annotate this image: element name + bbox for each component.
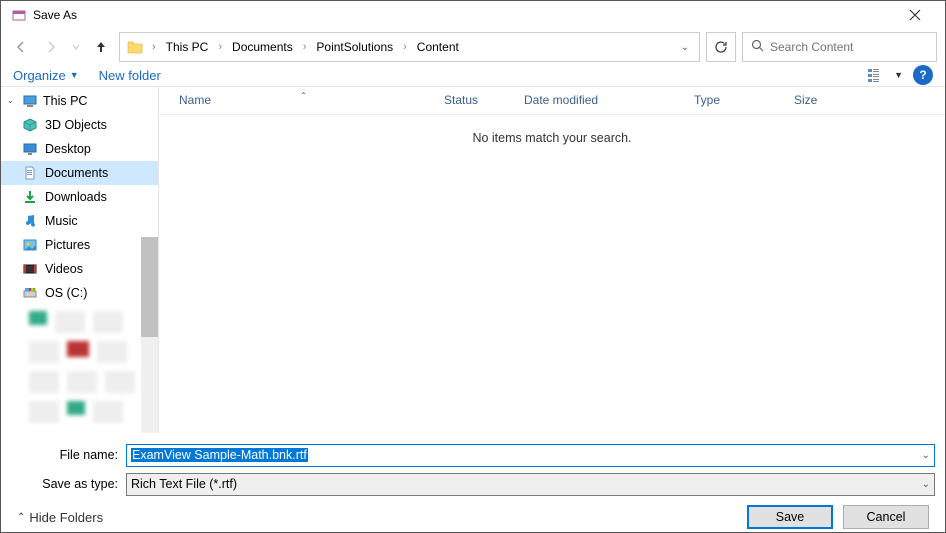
dropdown-arrow-icon: ▼ bbox=[894, 70, 903, 80]
document-icon bbox=[21, 164, 39, 182]
tree-label: Music bbox=[45, 214, 78, 228]
search-box[interactable] bbox=[742, 32, 937, 62]
hide-folders-button[interactable]: ⌃ Hide Folders bbox=[17, 510, 103, 525]
tree-item-3d-objects[interactable]: 3D Objects bbox=[1, 113, 158, 137]
savetype-label: Save as type: bbox=[1, 477, 126, 491]
back-button[interactable] bbox=[9, 35, 33, 59]
organize-button[interactable]: Organize ▼ bbox=[13, 68, 79, 83]
filename-row: File name: ExamView Sample-Math.bnk.rtf … bbox=[1, 441, 945, 470]
tree-label: Pictures bbox=[45, 238, 90, 252]
tree-label: 3D Objects bbox=[45, 118, 107, 132]
breadcrumb-history-dropdown[interactable]: ⌄ bbox=[675, 42, 695, 53]
chevron-right-icon[interactable]: › bbox=[299, 41, 311, 53]
refresh-button[interactable] bbox=[706, 32, 736, 62]
col-name[interactable]: ⌃ Name bbox=[171, 93, 436, 107]
filename-value: ExamView Sample-Math.bnk.rtf bbox=[131, 448, 308, 462]
forward-button[interactable] bbox=[39, 35, 63, 59]
title-bar: Save As bbox=[1, 1, 945, 29]
save-button[interactable]: Save bbox=[747, 505, 833, 529]
col-status[interactable]: Status bbox=[436, 93, 516, 107]
sort-asc-icon: ⌃ bbox=[300, 91, 307, 100]
tree-item-os-c[interactable]: OS (C:) bbox=[1, 281, 158, 305]
tree-item-documents[interactable]: Documents bbox=[1, 161, 158, 185]
tree-thumbs-area bbox=[1, 305, 158, 433]
close-button[interactable] bbox=[895, 1, 935, 29]
view-options-button[interactable]: ▼ bbox=[868, 67, 903, 83]
col-size[interactable]: Size bbox=[786, 93, 866, 107]
cancel-button[interactable]: Cancel bbox=[843, 505, 929, 529]
tree-item-music[interactable]: Music bbox=[1, 209, 158, 233]
dropdown-arrow-icon[interactable]: ⌄ bbox=[922, 450, 930, 461]
download-icon bbox=[21, 188, 39, 206]
tree-label: Videos bbox=[45, 262, 83, 276]
tree-label: This PC bbox=[43, 94, 87, 108]
help-button[interactable]: ? bbox=[913, 65, 933, 85]
main-area: ⌄ This PC 3D Objects Desktop Documents D… bbox=[1, 87, 945, 433]
music-icon bbox=[21, 212, 39, 230]
chevron-down-icon[interactable]: ⌄ bbox=[7, 96, 17, 105]
chevron-up-icon: ⌃ bbox=[17, 512, 25, 523]
new-folder-button[interactable]: New folder bbox=[99, 68, 161, 83]
col-type[interactable]: Type bbox=[686, 93, 786, 107]
folder-icon bbox=[124, 36, 146, 58]
tree-item-pictures[interactable]: Pictures bbox=[1, 233, 158, 257]
savetype-row: Save as type: Rich Text File (*.rtf) ⌄ bbox=[1, 470, 945, 499]
cube-icon bbox=[21, 116, 39, 134]
drive-icon bbox=[21, 284, 39, 302]
empty-list-message: No items match your search. bbox=[159, 115, 945, 145]
organize-label: Organize bbox=[13, 68, 66, 83]
tree-label: Documents bbox=[45, 166, 108, 180]
pc-icon bbox=[21, 92, 39, 110]
tree-label: OS (C:) bbox=[45, 286, 87, 300]
breadcrumb-item[interactable]: Content bbox=[413, 38, 463, 56]
chevron-right-icon[interactable]: › bbox=[399, 41, 411, 53]
dropdown-arrow-icon: ▼ bbox=[70, 70, 79, 80]
tree-root-this-pc[interactable]: ⌄ This PC bbox=[1, 89, 158, 113]
pictures-icon bbox=[21, 236, 39, 254]
tree-label: Downloads bbox=[45, 190, 107, 204]
videos-icon bbox=[21, 260, 39, 278]
desktop-icon bbox=[21, 140, 39, 158]
window-title: Save As bbox=[33, 8, 895, 22]
filename-label: File name: bbox=[1, 448, 126, 462]
dropdown-arrow-icon[interactable]: ⌄ bbox=[922, 479, 930, 490]
tree-item-videos[interactable]: Videos bbox=[1, 257, 158, 281]
navigation-tree[interactable]: ⌄ This PC 3D Objects Desktop Documents D… bbox=[1, 87, 159, 433]
file-list-pane: ⌃ Name Status Date modified Type Size No… bbox=[159, 87, 945, 433]
savetype-select[interactable]: Rich Text File (*.rtf) ⌄ bbox=[126, 473, 935, 496]
chevron-right-icon[interactable]: › bbox=[148, 41, 160, 53]
up-button[interactable] bbox=[89, 35, 113, 59]
field-area: File name: ExamView Sample-Math.bnk.rtf … bbox=[1, 433, 945, 503]
breadcrumb-item[interactable]: Documents bbox=[228, 38, 297, 56]
app-icon bbox=[11, 7, 27, 23]
toolbar: Organize ▼ New folder ▼ ? bbox=[1, 65, 945, 87]
filename-input[interactable]: ExamView Sample-Math.bnk.rtf ⌄ bbox=[126, 444, 935, 467]
breadcrumb-item[interactable]: This PC bbox=[162, 38, 213, 56]
recent-dropdown[interactable] bbox=[69, 35, 83, 59]
footer: ⌃ Hide Folders Save Cancel bbox=[1, 503, 945, 532]
breadcrumb-item[interactable]: PointSolutions bbox=[312, 38, 397, 56]
tree-item-desktop[interactable]: Desktop bbox=[1, 137, 158, 161]
breadcrumb-bar[interactable]: › This PC › Documents › PointSolutions ›… bbox=[119, 32, 700, 62]
list-header: ⌃ Name Status Date modified Type Size bbox=[159, 87, 945, 115]
list-view-icon bbox=[868, 67, 890, 83]
savetype-value: Rich Text File (*.rtf) bbox=[131, 477, 237, 491]
tree-scrollbar-thumb[interactable] bbox=[141, 237, 158, 337]
search-input[interactable] bbox=[770, 40, 928, 54]
search-icon bbox=[751, 39, 764, 55]
chevron-right-icon[interactable]: › bbox=[214, 41, 226, 53]
col-date[interactable]: Date modified bbox=[516, 93, 686, 107]
nav-row: › This PC › Documents › PointSolutions ›… bbox=[1, 29, 945, 65]
tree-label: Desktop bbox=[45, 142, 91, 156]
tree-item-downloads[interactable]: Downloads bbox=[1, 185, 158, 209]
